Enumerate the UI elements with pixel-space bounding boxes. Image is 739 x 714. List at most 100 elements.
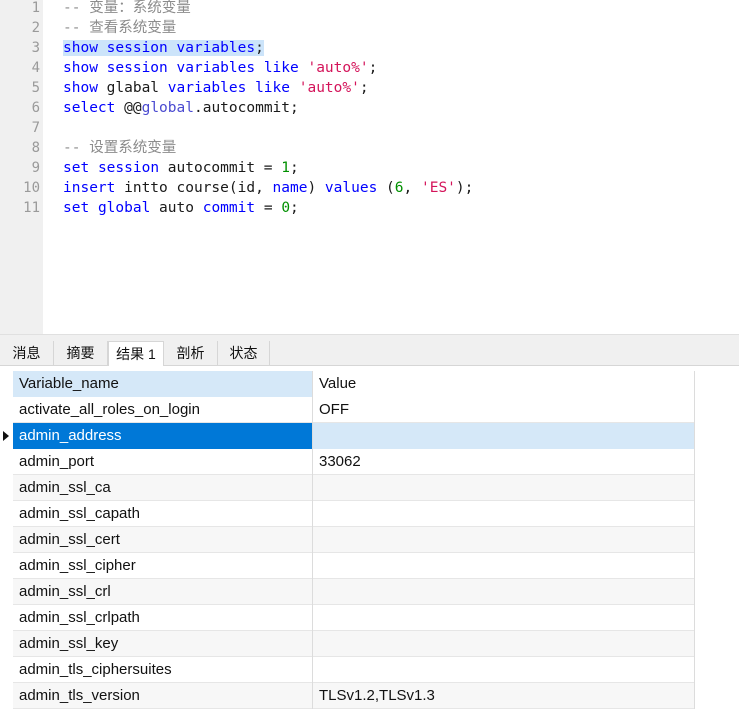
cell-value[interactable] xyxy=(313,553,695,579)
line-text: show session variables like 'auto%'; xyxy=(63,60,377,76)
code-token: -- 查看系统变量 xyxy=(63,20,177,36)
code-token: intto course(id, xyxy=(115,180,273,196)
code-token: auto xyxy=(150,200,203,216)
code-token: = xyxy=(255,200,282,216)
code-token: glabal xyxy=(97,80,168,96)
code-token: variables xyxy=(167,80,247,96)
code-token: show xyxy=(63,60,98,76)
tab-status[interactable]: 状态 xyxy=(218,341,270,365)
cell-value[interactable]: OFF xyxy=(313,397,695,423)
code-line[interactable]: show glabal variables like 'auto%'; xyxy=(63,78,369,98)
code-token: , xyxy=(403,180,421,196)
code-token: .autocommit; xyxy=(193,100,299,116)
code-token: global xyxy=(141,100,194,116)
tab-result-1[interactable]: 结果 1 xyxy=(108,341,164,366)
cell-variable-name[interactable]: admin_port xyxy=(13,449,313,475)
cell-value[interactable] xyxy=(313,527,695,553)
sql-editor[interactable]: 1 2 3 4 5 6 7 8 9 10 11 -- 变量：系统变量 -- 查看系统变量 show se… xyxy=(0,0,739,334)
grid-header-row: Variable_name Value xyxy=(13,371,695,397)
column-header-value[interactable]: Value xyxy=(313,371,695,397)
code-token: like xyxy=(263,60,299,76)
cell-variable-name[interactable]: admin_tls_version xyxy=(13,683,313,709)
cell-variable-name[interactable]: admin_ssl_cipher xyxy=(13,553,313,579)
column-header-variable-name[interactable]: Variable_name xyxy=(13,371,313,397)
code-line[interactable]: select @@global.autocommit; xyxy=(63,98,299,118)
table-row[interactable]: admin_address xyxy=(13,423,695,449)
cell-value[interactable] xyxy=(313,657,695,683)
code-token: 'auto%' xyxy=(307,60,369,76)
cell-value[interactable] xyxy=(313,423,695,449)
line-number: 3 xyxy=(31,40,40,56)
line-number: 8 xyxy=(31,140,40,156)
table-row[interactable]: admin_ssl_cert xyxy=(13,527,695,553)
line-text: insert intto course(id, name) values (6,… xyxy=(63,180,473,196)
cell-variable-name[interactable]: admin_tls_ciphersuites xyxy=(13,657,313,683)
code-token: insert xyxy=(63,180,116,196)
tab-summary[interactable]: 摘要 xyxy=(54,341,108,365)
code-token: session xyxy=(106,60,168,76)
code-token: variables xyxy=(176,40,256,56)
code-token: ; xyxy=(359,80,369,96)
cell-value[interactable] xyxy=(313,605,695,631)
cell-variable-name[interactable]: admin_ssl_capath xyxy=(13,501,313,527)
code-line[interactable]: set session autocommit = 1; xyxy=(63,158,299,178)
result-grid[interactable]: Variable_name Value activate_all_roles_o… xyxy=(0,366,739,714)
code-token: ; xyxy=(290,200,299,216)
tab-profile[interactable]: 剖析 xyxy=(164,341,218,365)
code-token: name xyxy=(272,180,308,196)
cell-variable-name[interactable]: admin_ssl_ca xyxy=(13,475,313,501)
table-row[interactable]: admin_tls_ciphersuites xyxy=(13,657,695,683)
code-token: 6 xyxy=(394,180,404,196)
table-row[interactable]: admin_ssl_key xyxy=(13,631,695,657)
code-line[interactable]: show session variables like 'auto%'; xyxy=(63,58,377,78)
tab-messages[interactable]: 消息 xyxy=(0,341,54,365)
code-token: @@ xyxy=(115,100,142,116)
code-line[interactable]: -- 查看系统变量 xyxy=(63,18,176,38)
cell-value[interactable]: TLSv1.2,TLSv1.3 xyxy=(313,683,695,709)
cell-variable-name[interactable]: activate_all_roles_on_login xyxy=(13,397,313,423)
code-line[interactable]: show session variables; xyxy=(63,38,264,58)
cell-variable-name[interactable]: admin_ssl_crlpath xyxy=(13,605,313,631)
code-token: autocommit = xyxy=(159,160,282,176)
selected-text: show session variables; xyxy=(63,40,264,56)
cell-value[interactable] xyxy=(313,501,695,527)
table-row[interactable]: activate_all_roles_on_login OFF xyxy=(13,397,695,423)
table-row[interactable]: admin_ssl_ca xyxy=(13,475,695,501)
line-number: 1 xyxy=(31,0,40,16)
cell-value[interactable]: 33062 xyxy=(313,449,695,475)
cell-variable-name[interactable]: admin_ssl_crl xyxy=(13,579,313,605)
table-row[interactable]: admin_ssl_cipher xyxy=(13,553,695,579)
table-row[interactable]: admin_ssl_crl xyxy=(13,579,695,605)
code-token: show xyxy=(63,40,98,56)
line-text: -- 变量：系统变量 xyxy=(63,0,191,16)
cell-variable-name[interactable]: admin_ssl_key xyxy=(13,631,313,657)
table-row[interactable]: admin_ssl_crlpath xyxy=(13,605,695,631)
cell-value[interactable] xyxy=(313,631,695,657)
code-line[interactable]: -- 变量：系统变量 xyxy=(63,0,191,18)
row-indicator-column xyxy=(0,366,13,714)
line-number: 7 xyxy=(31,120,40,136)
code-token: ; xyxy=(368,60,378,76)
table-row[interactable]: admin_ssl_capath xyxy=(13,501,695,527)
line-number-gutter: 1 2 3 4 5 6 7 8 9 10 11 xyxy=(0,0,43,334)
code-token: -- 设置系统变量 xyxy=(63,140,177,156)
cell-value[interactable] xyxy=(313,579,695,605)
table-row[interactable]: admin_port 33062 xyxy=(13,449,695,475)
cell-value[interactable] xyxy=(313,475,695,501)
code-line[interactable]: insert intto course(id, name) values (6,… xyxy=(63,178,473,198)
cell-variable-name[interactable]: admin_ssl_cert xyxy=(13,527,313,553)
code-token: select xyxy=(63,100,116,116)
code-line[interactable]: -- 设置系统变量 xyxy=(63,138,176,158)
code-line[interactable]: set global auto commit = 0; xyxy=(63,198,299,218)
code-token: set xyxy=(63,160,90,176)
code-token: -- 变量：系统变量 xyxy=(63,0,191,16)
line-text: show glabal variables like 'auto%'; xyxy=(63,80,369,96)
line-number: 4 xyxy=(31,60,40,76)
table-row[interactable]: admin_tls_version TLSv1.2,TLSv1.3 xyxy=(13,683,695,709)
cell-variable-name[interactable]: admin_address xyxy=(13,423,313,449)
